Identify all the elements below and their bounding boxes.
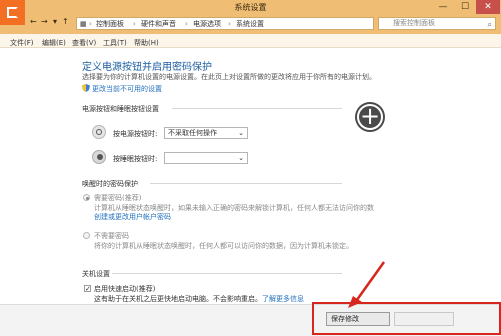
power-button-select[interactable]: 不采取任何操作 ⌄ bbox=[164, 127, 248, 139]
menu-tools[interactable]: 工具(T) bbox=[103, 38, 127, 48]
history-dropdown-icon[interactable]: ▾ bbox=[53, 17, 57, 26]
menu-view[interactable]: 查看(V) bbox=[72, 38, 96, 48]
menu-file[interactable]: 文件(F) bbox=[10, 38, 34, 48]
search-placeholder: 搜索控制面板 bbox=[393, 19, 435, 27]
power-section-heading: 电源按钮和睡眠按钮设置 bbox=[82, 105, 159, 113]
divider bbox=[150, 183, 342, 184]
zoom-plus-icon[interactable]: + bbox=[355, 102, 385, 132]
close-button[interactable]: ✕ bbox=[476, 0, 500, 14]
divider bbox=[172, 108, 342, 109]
breadcrumb-separator: › bbox=[89, 20, 92, 28]
learn-more-link[interactable]: 了解更多信息 bbox=[262, 294, 304, 304]
power-button-value: 不采取任何操作 bbox=[168, 129, 217, 137]
chevron-down-icon: ⌄ bbox=[238, 154, 244, 162]
back-arrow-icon[interactable]: ← bbox=[30, 17, 37, 26]
no-password-desc: 将你的计算机从睡眠状态唤醒时，任何人都可以访问你的数据，因为计算机未锁定。 bbox=[94, 242, 353, 250]
require-password-label: 需要密码(推荐) bbox=[94, 194, 142, 202]
uac-shield-icon bbox=[82, 84, 90, 92]
breadcrumb-hardware-sound[interactable]: 硬件和声音 bbox=[141, 19, 176, 30]
shutdown-section-heading: 关机设置 bbox=[82, 270, 110, 278]
main-content bbox=[0, 48, 501, 335]
forward-arrow-icon[interactable]: → bbox=[41, 17, 48, 26]
sleep-button-icon bbox=[92, 150, 106, 164]
sleep-button-select[interactable]: ⌄ bbox=[164, 152, 248, 164]
breadcrumb-system-settings[interactable]: 系统设置 bbox=[236, 19, 264, 30]
chevron-down-icon: ⌄ bbox=[238, 129, 244, 137]
sleep-button-label: 按睡眠按钮时: bbox=[113, 155, 158, 163]
page-description: 选择要为你的计算机设置的电源设置。在此页上对设置所做的更改将应用于你所有的电源计… bbox=[82, 73, 376, 81]
no-password-radio[interactable] bbox=[83, 232, 90, 239]
breadcrumb-control-panel[interactable]: 控制面板 bbox=[96, 19, 124, 30]
window-title: 系统设置 bbox=[234, 3, 267, 12]
maximize-button[interactable]: ☐ bbox=[454, 0, 476, 14]
search-input[interactable]: 搜索控制面板 ⌕ bbox=[378, 17, 496, 30]
minimize-button[interactable]: — bbox=[432, 0, 454, 14]
no-password-label: 不需要密码 bbox=[94, 232, 129, 240]
breadcrumb-separator: › bbox=[228, 20, 231, 28]
site-logo-icon bbox=[0, 0, 25, 25]
fast-startup-label: 启用快速启动(推荐) bbox=[94, 285, 156, 293]
change-unavailable-settings-link[interactable]: 更改当前不可用的设置 bbox=[92, 84, 162, 94]
control-panel-icon: ▦ bbox=[80, 20, 87, 28]
page-title: 定义电源按钮并启用密码保护 bbox=[82, 62, 212, 73]
fast-startup-desc: 这有助于在关机之后更快地启动电脑。不会影响重启。 bbox=[94, 295, 262, 303]
up-arrow-icon[interactable]: ↑ bbox=[62, 17, 69, 26]
address-input[interactable]: ▦ › 控制面板 › 硬件和声音 › 电源选项 › 系统设置 bbox=[76, 17, 374, 30]
breadcrumb-separator: › bbox=[185, 20, 188, 28]
breadcrumb-power-options[interactable]: 电源选项 bbox=[193, 19, 221, 30]
plus-symbol: + bbox=[359, 102, 381, 130]
breadcrumb-separator: › bbox=[133, 20, 136, 28]
power-button-label: 按电源按钮时: bbox=[113, 130, 158, 138]
require-password-radio[interactable] bbox=[83, 194, 90, 201]
menu-help[interactable]: 帮助(H) bbox=[134, 38, 159, 48]
fast-startup-checkbox[interactable]: ✓ bbox=[84, 285, 91, 293]
divider bbox=[112, 273, 342, 274]
title-bar: 系统设置 — ☐ ✕ bbox=[0, 0, 501, 14]
power-button-icon bbox=[92, 125, 106, 139]
search-icon[interactable]: ⌕ bbox=[488, 19, 492, 30]
create-or-change-password-link[interactable]: 创建或更改用户帐户密码 bbox=[94, 212, 171, 222]
annotation-arrow-icon bbox=[348, 261, 386, 308]
password-section-heading: 唤醒时的密码保护 bbox=[82, 180, 138, 188]
menu-edit[interactable]: 编辑(E) bbox=[42, 38, 66, 48]
